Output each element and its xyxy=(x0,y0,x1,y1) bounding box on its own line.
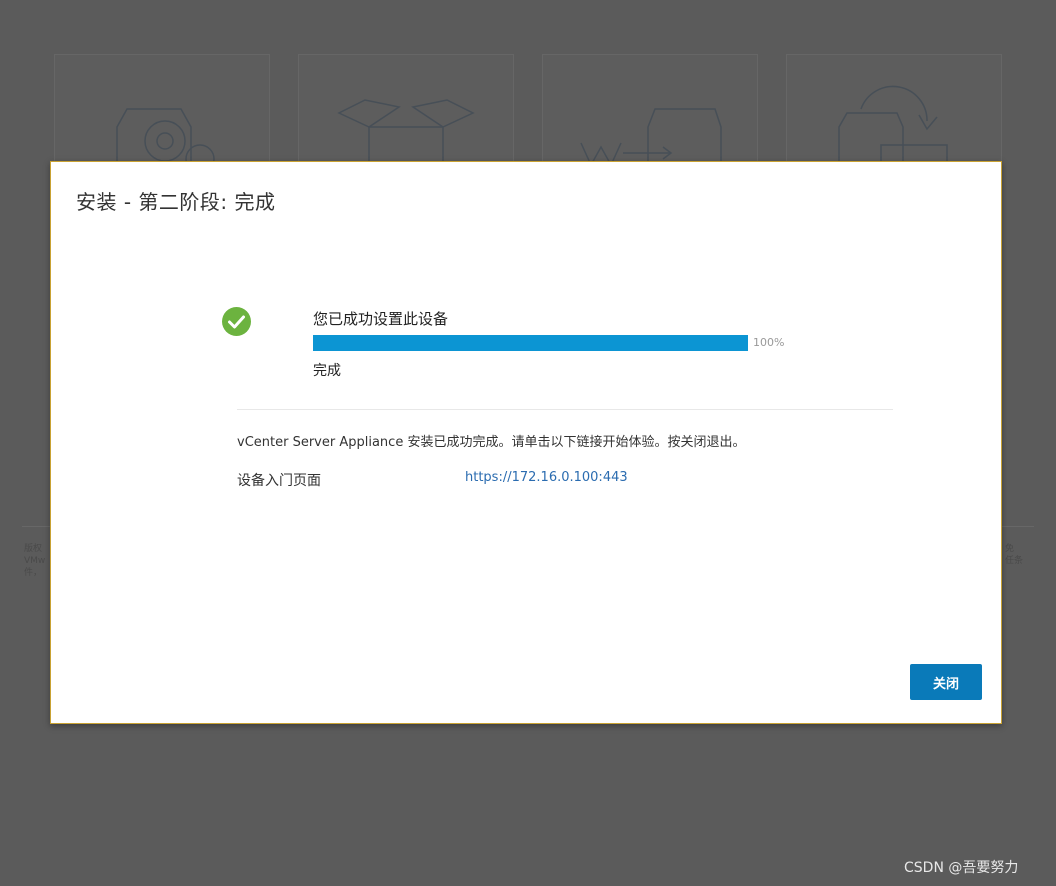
completion-dialog: 安装 - 第二阶段: 完成 您已成功设置此设备 100% 完成 vCenter … xyxy=(50,161,1002,724)
dialog-title: 安装 - 第二阶段: 完成 xyxy=(76,190,276,214)
check-circle-icon xyxy=(222,307,251,336)
progress-percent: 100% xyxy=(753,336,785,349)
progress-bar xyxy=(313,335,748,351)
progress-fill xyxy=(313,335,748,351)
background-text-left: 版权 VMw 件， xyxy=(24,544,46,578)
portal-link[interactable]: https://172.16.0.100:443 xyxy=(465,470,628,485)
section-divider xyxy=(237,409,893,410)
portal-label: 设备入门页面 xyxy=(237,473,321,489)
close-button[interactable]: 关闭 xyxy=(910,664,982,700)
watermark: CSDN @吾要努力 xyxy=(904,860,1019,876)
background-text-right: 免任条 xyxy=(1005,544,1024,566)
completion-message: vCenter Server Appliance 安装已成功完成。请单击以下链接… xyxy=(237,435,746,450)
status-subtitle: 完成 xyxy=(313,363,341,379)
status-title: 您已成功设置此设备 xyxy=(313,310,449,328)
